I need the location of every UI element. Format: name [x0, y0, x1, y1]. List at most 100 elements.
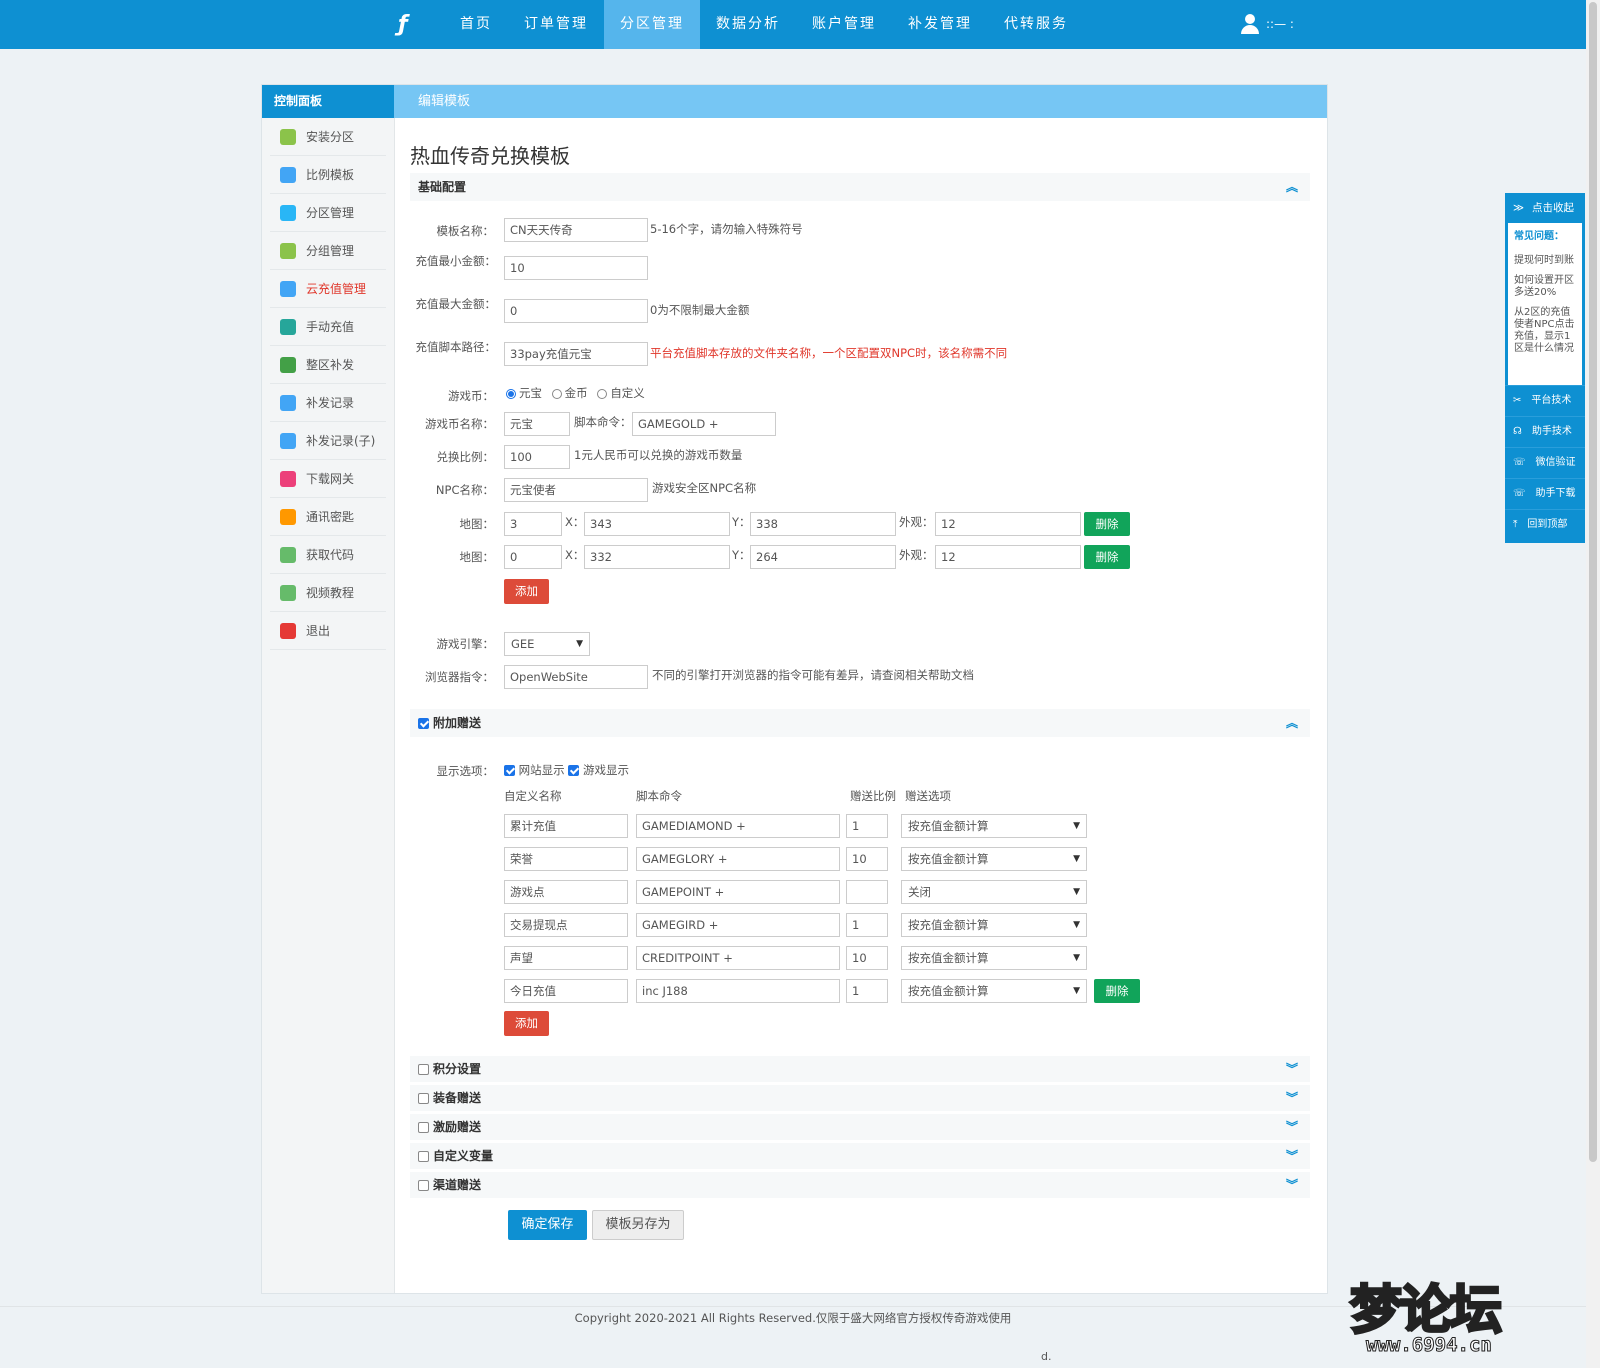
sidebar-item[interactable]: 通讯密匙	[270, 498, 386, 536]
sidebar-item[interactable]: 手动充值	[270, 308, 386, 346]
nav-zones[interactable]: 分区管理	[604, 0, 700, 49]
bonus-script-input[interactable]: inc J188	[636, 979, 840, 1003]
save-as-button[interactable]: 模板另存为	[592, 1210, 684, 1240]
wechat-verify-link[interactable]: ☏ 微信验证	[1505, 447, 1585, 478]
bonus-script-input[interactable]: GAMEDIAMOND +	[636, 814, 840, 838]
sidebar-item[interactable]: 分区管理	[270, 194, 386, 232]
collapsed-section[interactable]: 激励赠送 ︾	[410, 1114, 1310, 1140]
bonus-option-select[interactable]: 按充值金额计算 ▼	[901, 814, 1087, 838]
save-button[interactable]: 确定保存	[508, 1210, 587, 1240]
delete-map-button[interactable]: 删除	[1084, 545, 1130, 569]
x-input[interactable]: 343	[584, 512, 730, 536]
map-input[interactable]: 3	[504, 512, 562, 536]
chevron-down-icon[interactable]: ︾	[1286, 1056, 1298, 1082]
look-input[interactable]: 12	[935, 545, 1081, 569]
browser-cmd-input[interactable]: OpenWebSite	[504, 665, 648, 689]
nav-orders[interactable]: 订单管理	[508, 0, 604, 49]
sidebar-item[interactable]: 下载网关	[270, 460, 386, 498]
collapsed-section[interactable]: 积分设置 ︾	[410, 1056, 1310, 1082]
bonus-name-input[interactable]: 累计充值	[504, 814, 628, 838]
currency-radio-gold[interactable]	[551, 388, 562, 399]
chevron-down-icon[interactable]: ︾	[1286, 1114, 1298, 1140]
bonus-ratio-input[interactable]: 10	[846, 946, 888, 970]
delete-bonus-button[interactable]: 删除	[1094, 979, 1140, 1003]
nav-reissue[interactable]: 补发管理	[892, 0, 988, 49]
sidebar-item[interactable]: 整区补发	[270, 346, 386, 384]
section-bonus-checkbox[interactable]	[418, 717, 429, 729]
currency-radio-custom[interactable]	[597, 388, 608, 399]
section-checkbox[interactable]	[418, 1179, 429, 1191]
look-input[interactable]: 12	[935, 512, 1081, 536]
bonus-name-input[interactable]: 交易提现点	[504, 913, 628, 937]
x-input[interactable]: 332	[584, 545, 730, 569]
helper-download-link[interactable]: ☏ 助手下载	[1505, 478, 1585, 509]
nav-home[interactable]: 首页	[444, 0, 508, 49]
faq-link[interactable]: 提现何时到账	[1514, 255, 1576, 267]
bonus-name-input[interactable]: 今日充值	[504, 979, 628, 1003]
chevron-down-icon[interactable]: ︾	[1286, 1172, 1298, 1198]
game-display-checkbox[interactable]	[568, 765, 580, 776]
chevron-down-icon[interactable]: ︾	[1286, 1085, 1298, 1111]
collapsed-section[interactable]: 装备赠送 ︾	[410, 1085, 1310, 1111]
nav-transfer[interactable]: 代转服务	[988, 0, 1084, 49]
template-name-input[interactable]: CN天天传奇	[504, 218, 648, 242]
bonus-ratio-input[interactable]: 1	[846, 979, 888, 1003]
chevron-down-icon[interactable]: ︾	[1286, 1143, 1298, 1169]
delete-map-button[interactable]: 删除	[1084, 512, 1130, 536]
faq-link[interactable]: 如何设置开区多送20%	[1514, 275, 1576, 299]
script-command-input[interactable]: GAMEGOLD +	[632, 412, 776, 436]
add-map-button[interactable]: 添加	[504, 579, 549, 604]
bonus-option-select[interactable]: 按充值金额计算 ▼	[901, 913, 1087, 937]
currency-radio-yuanbao[interactable]	[506, 388, 516, 399]
sidebar-item[interactable]: 获取代码	[270, 536, 386, 574]
min-amount-input[interactable]: 10	[504, 256, 648, 280]
user-menu[interactable]: ::— :	[1240, 14, 1294, 34]
max-amount-input[interactable]: 0	[504, 299, 648, 323]
bonus-name-input[interactable]: 声望	[504, 946, 628, 970]
coin-name-input[interactable]: 元宝	[504, 412, 570, 436]
bonus-script-input[interactable]: GAMEGIRD +	[636, 913, 840, 937]
bonus-name-input[interactable]: 荣誉	[504, 847, 628, 871]
bonus-option-select[interactable]: 按充值金额计算 ▼	[901, 979, 1087, 1003]
collapse-button[interactable]: ≫ 点击收起	[1505, 193, 1585, 223]
section-bonus[interactable]: 附加赠送 ︽	[410, 709, 1310, 737]
helper-tech-link[interactable]: ☊ 助手技术	[1505, 416, 1585, 447]
sidebar-item[interactable]: 安装分区	[270, 118, 386, 156]
bonus-script-input[interactable]: GAMEGLORY +	[636, 847, 840, 871]
npc-name-input[interactable]: 元宝使者	[504, 478, 648, 502]
bonus-ratio-input[interactable]: 10	[846, 847, 888, 871]
bonus-script-input[interactable]: GAMEPOINT +	[636, 880, 840, 904]
bonus-ratio-input[interactable]	[846, 880, 888, 904]
sidebar-item[interactable]: 分组管理	[270, 232, 386, 270]
bonus-option-select[interactable]: 按充值金额计算 ▼	[901, 847, 1087, 871]
logo[interactable]: ƒ	[398, 12, 408, 37]
map-input[interactable]: 0	[504, 545, 562, 569]
section-checkbox[interactable]	[418, 1063, 429, 1075]
bonus-ratio-input[interactable]: 1	[846, 913, 888, 937]
section-checkbox[interactable]	[418, 1150, 429, 1162]
y-input[interactable]: 264	[750, 545, 896, 569]
bonus-script-input[interactable]: CREDITPOINT +	[636, 946, 840, 970]
chevron-up-icon[interactable]: ︽	[1286, 709, 1298, 737]
bonus-ratio-input[interactable]: 1	[846, 814, 888, 838]
engine-select[interactable]: GEE ▼	[504, 632, 590, 656]
section-checkbox[interactable]	[418, 1092, 429, 1104]
bonus-option-select[interactable]: 关闭 ▼	[901, 880, 1087, 904]
sidebar-item[interactable]: 比例模板	[270, 156, 386, 194]
faq-link[interactable]: 从2区的充值使者NPC点击充值，显示1区是什么情况	[1514, 307, 1576, 355]
section-checkbox[interactable]	[418, 1121, 429, 1133]
sidebar-item[interactable]: 补发记录	[270, 384, 386, 422]
back-to-top-link[interactable]: ⤒ 回到顶部	[1505, 509, 1585, 540]
chevron-up-icon[interactable]: ︽	[1286, 173, 1298, 201]
nav-analytics[interactable]: 数据分析	[700, 0, 796, 49]
bonus-name-input[interactable]: 游戏点	[504, 880, 628, 904]
nav-account[interactable]: 账户管理	[796, 0, 892, 49]
sidebar-item[interactable]: 云充值管理	[270, 270, 386, 308]
exchange-ratio-input[interactable]: 100	[504, 445, 570, 469]
script-path-input[interactable]: 33pay充值元宝	[504, 342, 648, 366]
scrollbar-thumb[interactable]	[1589, 2, 1597, 1162]
bonus-option-select[interactable]: 按充值金额计算 ▼	[901, 946, 1087, 970]
web-display-checkbox[interactable]	[504, 765, 515, 776]
y-input[interactable]: 338	[750, 512, 896, 536]
sidebar-item[interactable]: 补发记录(子)	[270, 422, 386, 460]
